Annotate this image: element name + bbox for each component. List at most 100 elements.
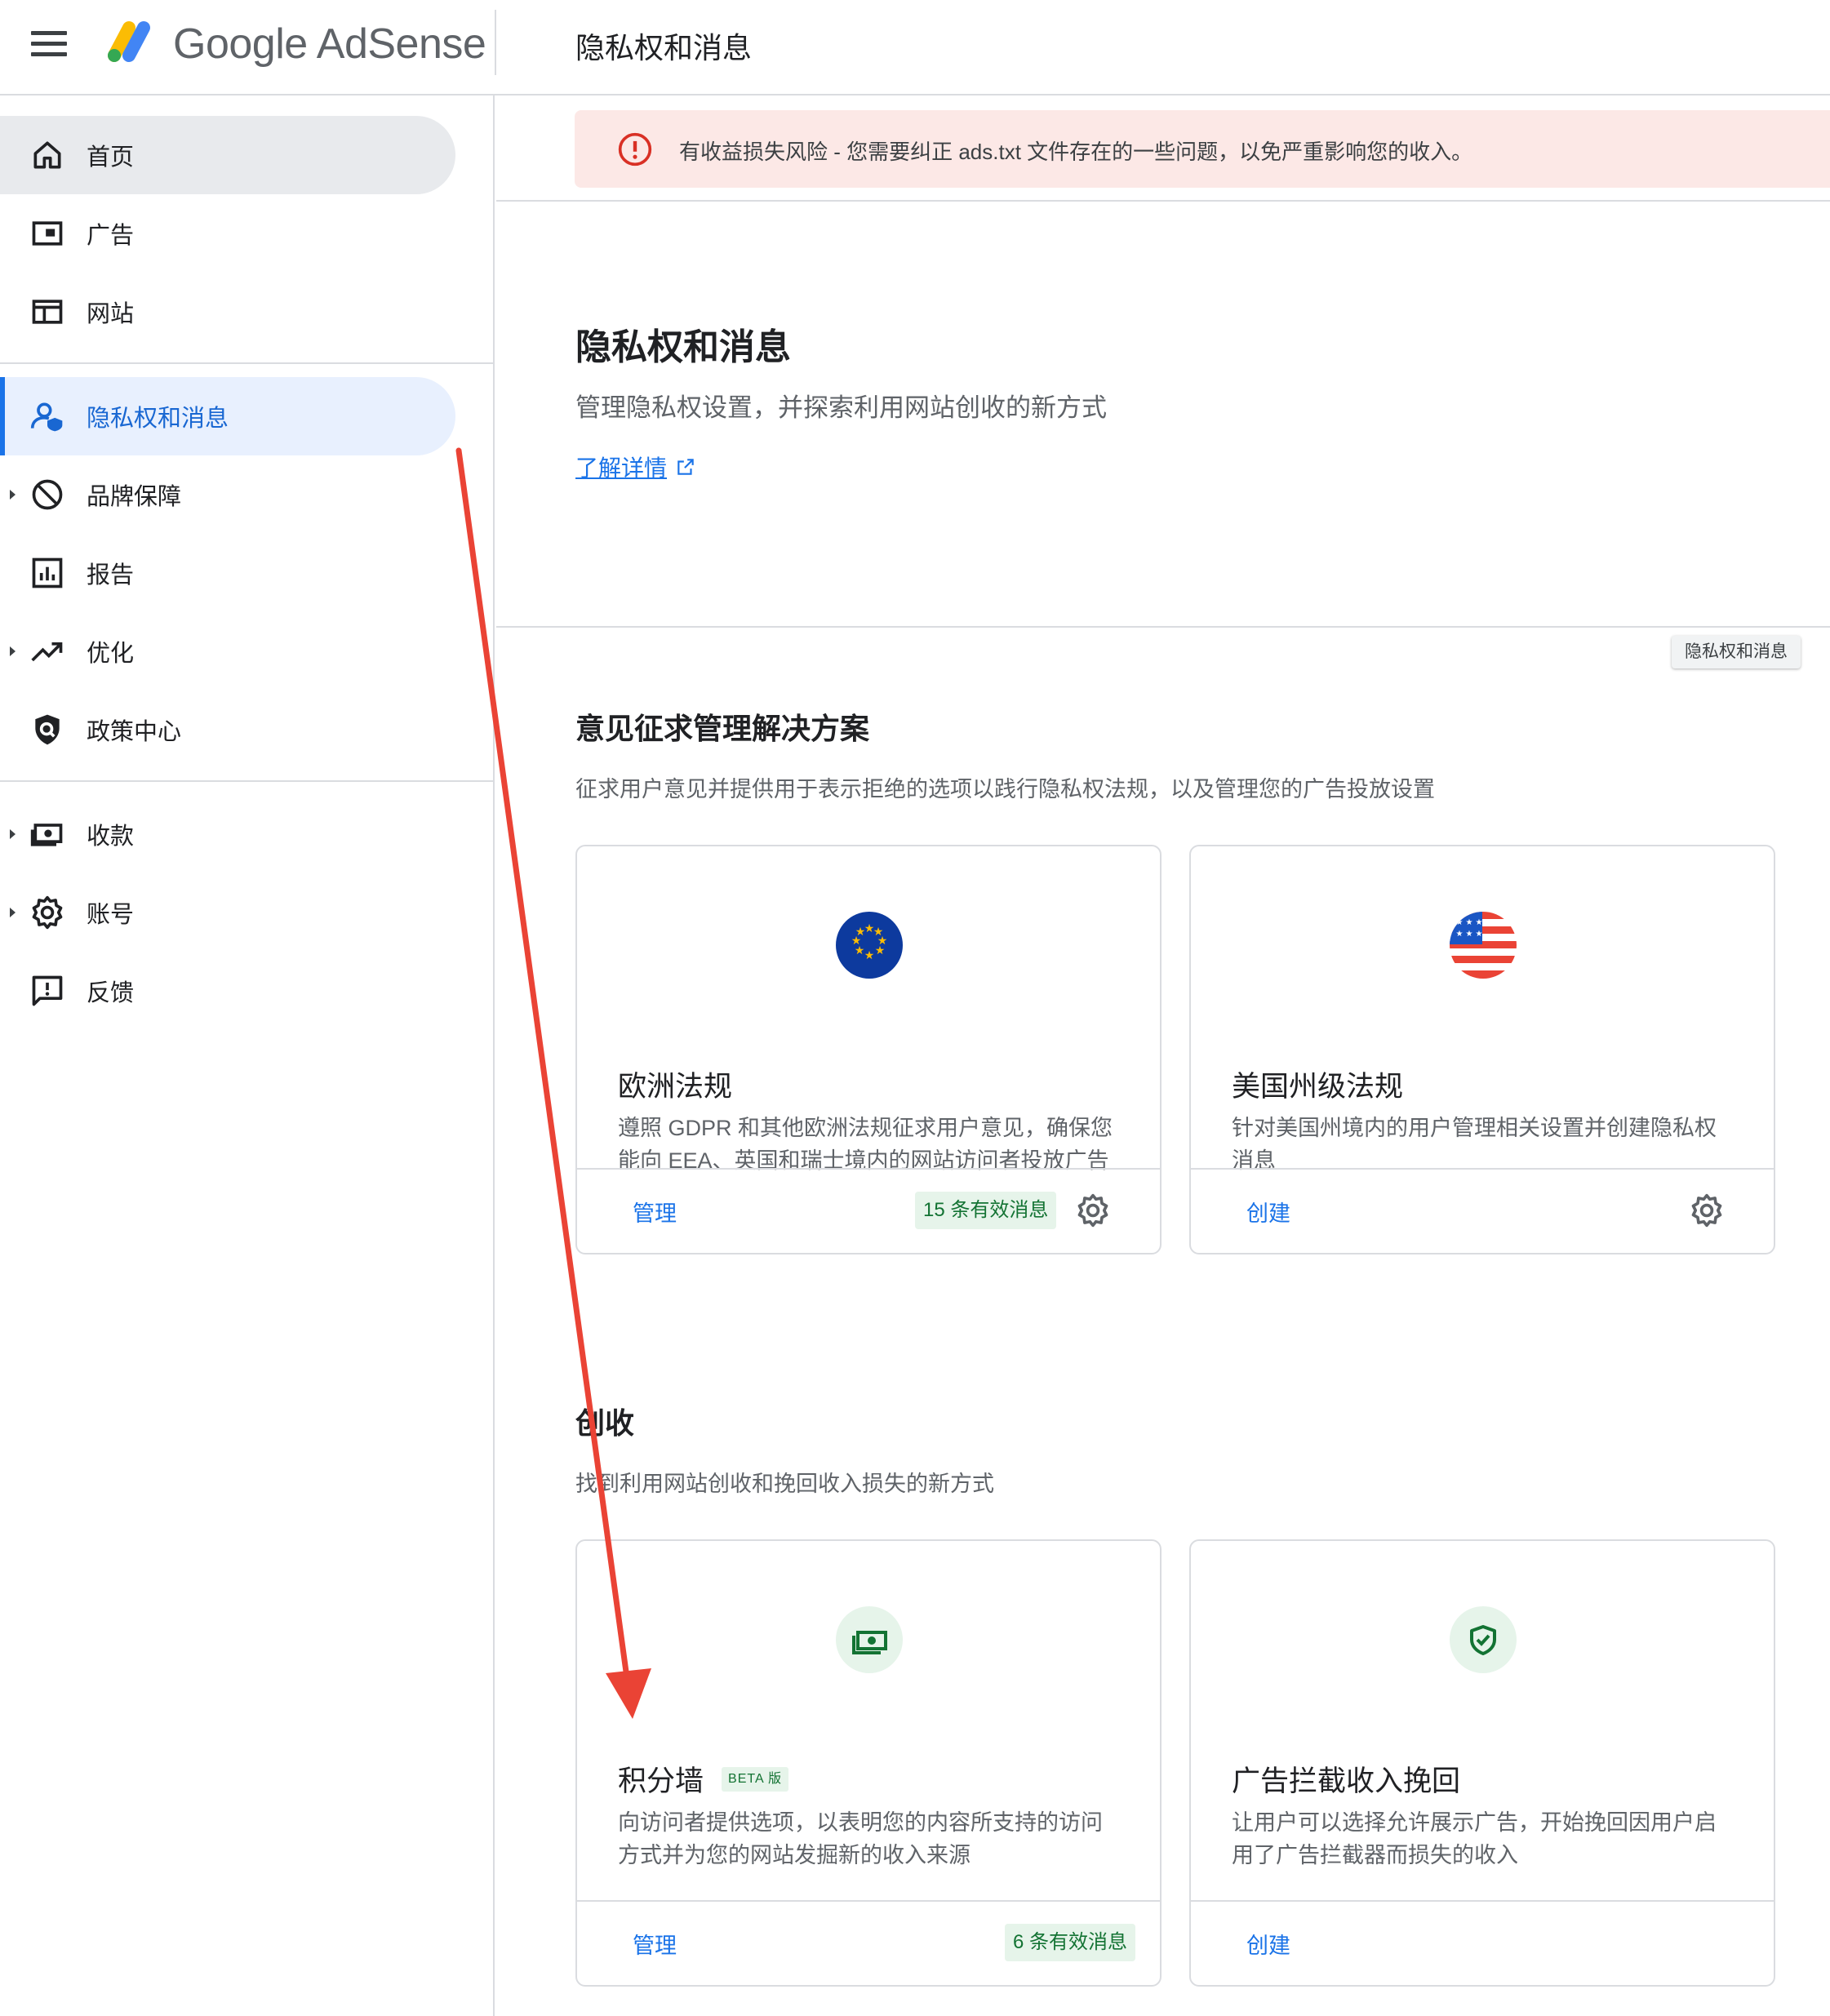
svg-text:★: ★: [1466, 930, 1473, 939]
sidebar-divider: [0, 362, 495, 364]
card-footer: 管理 15 条有效消息: [577, 1168, 1160, 1253]
expand-caret-icon[interactable]: [10, 829, 16, 839]
sidebar-item-account[interactable]: 账号: [0, 873, 455, 952]
card-footer: 创建: [1191, 1168, 1774, 1253]
sidebar-item-label: 网站: [87, 301, 135, 327]
policy-shield-icon: [35, 714, 60, 745]
card-eu-regulations: ★ ★ ★ ★ ★ ★ ★ ★ 欧洲法规 遵照 GDPR 和其他欧洲法规征求用户意见，确保您…: [575, 845, 1162, 1254]
eu-flag-icon: ★★★★ ★★★★: [836, 912, 903, 979]
sidebar-nav: 首页 广告 网站 隐私权和消息 品牌保障 报告 优化 政策中心 收款 账号 反馈: [0, 95, 495, 2016]
svg-text:★: ★: [875, 944, 886, 957]
card-description: 针对美国州境内的用户管理相关设置并创建隐私权消息: [1232, 1116, 1717, 1173]
ads-icon: [32, 221, 63, 246]
hero-divider: [496, 626, 1830, 628]
sidebar-item-reports[interactable]: 报告: [0, 534, 455, 612]
report-chart-icon: [32, 557, 63, 588]
create-link[interactable]: 创建: [1246, 1928, 1290, 1960]
sites-icon: [32, 300, 63, 324]
sidebar-item-privacy[interactable]: 隐私权和消息: [0, 377, 455, 455]
svg-text:★: ★: [1456, 918, 1464, 927]
open-in-new-icon: [677, 459, 694, 475]
card-title-text: 积分墙: [618, 1765, 704, 1797]
card-description: 向访问者提供选项，以表明您的内容所支持的访问方式并为您的网站发掘新的收入来源: [618, 1810, 1103, 1867]
sidebar-item-label: 政策中心: [87, 719, 182, 745]
header-divider: [495, 10, 496, 75]
home-icon: [33, 141, 61, 169]
card-footer: 管理 6 条有效消息: [577, 1900, 1160, 1985]
sidebar-item-policy-center[interactable]: 政策中心: [0, 691, 455, 769]
card-description: 让用户可以选择允许展示广告，开始挽回因用户启用了广告拦截器而损失的收入: [1232, 1810, 1717, 1867]
hamburger-menu-icon[interactable]: [31, 31, 67, 59]
settings-gear-icon: [32, 895, 63, 930]
consent-section-subtitle: 征求用户意见并提供用于表示拒绝的选项以践行隐私权法规，以及管理您的广告投放设置: [575, 777, 1435, 802]
privacy-user-icon: [30, 402, 63, 432]
card-description: 遵照 GDPR 和其他欧洲法规征求用户意见，确保您能向 EEA、英国和瑞士境内的…: [618, 1116, 1113, 1173]
svg-text:★: ★: [864, 949, 875, 962]
sidebar-item-feedback[interactable]: 反馈: [0, 952, 455, 1030]
svg-text:★: ★: [855, 926, 866, 939]
card-title: 欧洲法规: [618, 1071, 733, 1103]
brand-title[interactable]: Google AdSense: [173, 20, 486, 69]
sidebar-item-optimize[interactable]: 优化: [0, 612, 455, 691]
card-us-state-regulations: ★ ★ ★ ★ ★ ★ 美国州级法规 针对美国州境内的用户管理相关设置并创建隐私权消息 …: [1189, 845, 1775, 1254]
sidebar-item-brand-safety[interactable]: 品牌保障: [0, 455, 455, 534]
sidebar-item-label: 账号: [87, 902, 135, 928]
verified-shield-icon: [1450, 1606, 1517, 1673]
beta-badge: BETA 版: [722, 1766, 789, 1792]
adsense-logo-icon: [108, 21, 150, 62]
card-offerwall: 积分墙 BETA 版 向访问者提供选项，以表明您的内容所支持的访问方式并为您的网…: [575, 1539, 1162, 1987]
error-alert-icon: [618, 132, 652, 167]
feedback-icon: [32, 975, 63, 1006]
page-header-title: 隐私权和消息: [575, 31, 753, 64]
sidebar-divider: [0, 780, 495, 782]
sidebar-item-payments[interactable]: 收款: [0, 795, 455, 873]
alert-message: 有收益损失风险 - 您需要纠正 ads.txt 文件存在的一些问题，以免严重影响…: [679, 140, 1473, 164]
svg-text:★: ★: [1476, 918, 1483, 927]
create-link[interactable]: 创建: [1246, 1196, 1290, 1228]
svg-text:★: ★: [1466, 918, 1473, 927]
us-flag-icon: ★ ★ ★ ★ ★ ★: [1450, 912, 1517, 979]
manage-link[interactable]: 管理: [633, 1928, 677, 1960]
svg-text:★: ★: [1476, 930, 1483, 939]
block-icon: [32, 479, 63, 510]
learn-more-label: 了解详情: [575, 455, 668, 481]
card-title: 美国州级法规: [1232, 1071, 1404, 1103]
trending-up-icon: [31, 642, 63, 662]
active-messages-badge: 15 条有效消息: [915, 1192, 1057, 1229]
learn-more-link[interactable]: 了解详情: [575, 451, 696, 483]
revenue-risk-alert[interactable]: 有收益损失风险 - 您需要纠正 ads.txt 文件存在的一些问题，以免严重影响…: [575, 110, 1830, 188]
card-title: 积分墙 BETA 版: [618, 1758, 789, 1800]
sidebar-item-home[interactable]: 首页: [0, 116, 455, 194]
settings-gear-icon[interactable]: [1075, 1192, 1111, 1228]
top-app-bar: Google AdSense 隐私权和消息: [0, 0, 1830, 95]
card-ad-block-recovery: 广告拦截收入挽回 让用户可以选择允许展示广告，开始挽回因用户启用了广告拦截器而损…: [1189, 1539, 1775, 1987]
svg-text:★: ★: [1456, 930, 1464, 939]
sidebar-item-label: 收款: [87, 824, 135, 850]
page-subtitle: 管理隐私权设置，并探索利用网站创收的新方式: [575, 393, 1107, 422]
sidebar-item-ads[interactable]: 广告: [0, 194, 455, 273]
card-footer: 创建: [1191, 1900, 1774, 1985]
sidebar-item-label: 反馈: [87, 980, 135, 1006]
expand-caret-icon[interactable]: [10, 908, 16, 917]
manage-link[interactable]: 管理: [633, 1196, 677, 1228]
sidebar-item-label: 优化: [87, 641, 135, 667]
expand-caret-icon[interactable]: [10, 646, 16, 656]
page-title: 隐私权和消息: [575, 327, 791, 367]
settings-gear-icon[interactable]: [1689, 1192, 1725, 1228]
money-payments-icon: [836, 1606, 903, 1673]
active-messages-badge: 6 条有效消息: [1005, 1924, 1136, 1961]
sidebar-item-label: 首页: [87, 144, 135, 171]
sidebar-item-label: 品牌保障: [87, 484, 182, 510]
consent-section-title: 意见征求管理解决方案: [575, 712, 870, 745]
sidebar-item-label: 报告: [87, 562, 135, 588]
monetize-section-subtitle: 找到利用网站创收和挽回收入损失的新方式: [575, 1472, 994, 1496]
card-title: 广告拦截收入挽回: [1232, 1765, 1461, 1797]
monetize-section-title: 创收: [575, 1406, 635, 1440]
expand-caret-icon[interactable]: [10, 490, 16, 500]
sidebar-item-label: 隐私权和消息: [87, 406, 229, 432]
sidebar-item-label: 广告: [87, 223, 135, 249]
alert-divider: [496, 200, 1830, 202]
sidebar-item-sites[interactable]: 网站: [0, 273, 455, 351]
tooltip-chip: 隐私权和消息: [1672, 636, 1801, 668]
payments-icon: [30, 824, 63, 846]
